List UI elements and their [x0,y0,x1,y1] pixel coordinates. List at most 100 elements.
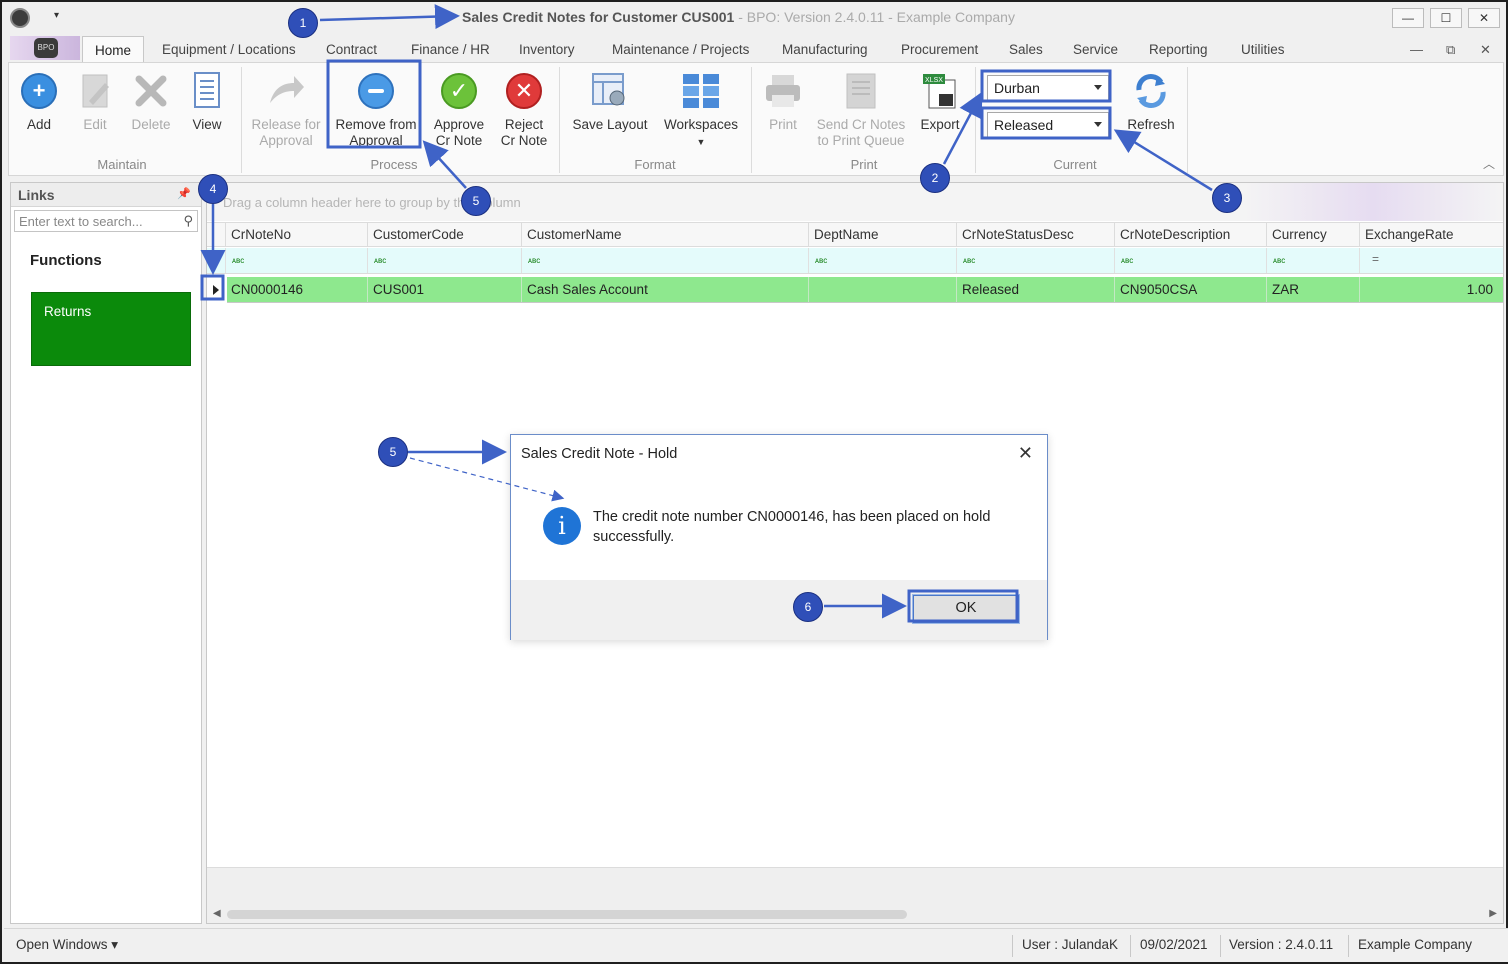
column-header-deptname[interactable]: DeptName [808,223,956,247]
tab-service[interactable]: Service [1073,42,1118,57]
ok-button[interactable]: OK [912,594,1020,624]
reject-label-2: Cr Note [500,133,548,148]
column-header-customercode[interactable]: CustomerCode [367,223,521,247]
close-window-button[interactable]: ✕ [1468,8,1500,28]
column-header-exchangerate[interactable]: ExchangeRate [1359,223,1503,247]
workspaces-button[interactable]: Workspaces ▼ [661,69,741,150]
export-button[interactable]: XLSX Export [915,69,965,133]
remove-label-1: Remove from [335,117,417,132]
scroll-right-icon[interactable]: ▶ [1489,908,1497,919]
cell-crnoteno[interactable]: CN0000146 [225,277,367,302]
mdi-minimize-button[interactable]: — [1410,42,1423,57]
tab-maintenance-projects[interactable]: Maintenance / Projects [612,42,749,57]
mdi-close-button[interactable]: ✕ [1480,42,1491,58]
close-icon[interactable]: ✕ [1018,443,1033,464]
view-icon [187,69,227,113]
step-badge-2: 2 [920,163,950,193]
tab-utilities[interactable]: Utilities [1241,42,1285,57]
returns-tile[interactable]: Returns [31,292,191,366]
mdi-restore-button[interactable]: ⧉ [1446,42,1455,58]
cell-customername[interactable]: Cash Sales Account [521,277,808,302]
send-label-2: to Print Queue [817,133,905,148]
column-header-crnoteno[interactable]: CrNoteNo [225,223,367,247]
delete-button[interactable]: Delete [125,69,177,133]
send-label-1: Send Cr Notes [816,117,906,132]
step-badge-6: 6 [793,592,823,622]
reject-cr-note-button[interactable]: ✕ Reject Cr Note [497,69,551,149]
links-search-input[interactable]: Enter text to search... ⚲ [14,210,198,232]
status-separator [1012,935,1013,957]
tab-finance-hr[interactable]: Finance / HR [411,42,490,57]
application-menu-button[interactable]: BPO [10,36,80,60]
group-separator [751,67,752,173]
group-separator [241,67,242,173]
collapse-ribbon-icon[interactable]: ︿ [1483,155,1495,172]
column-header-currency[interactable]: Currency [1266,223,1359,247]
search-icon[interactable]: ⚲ [183,213,193,229]
app-window: ▾ Sales Credit Notes for Customer CUS001… [0,0,1508,964]
remove-from-approval-button[interactable]: Remove from Approval [335,69,417,149]
maximize-button[interactable]: ☐ [1430,8,1462,28]
scroll-left-icon[interactable]: ◀ [213,908,221,919]
app-logo-icon[interactable] [10,8,30,28]
save-layout-button[interactable]: Save Layout [567,69,653,133]
table-row[interactable]: CN0000146 CUS001 Cash Sales Account Rele… [207,277,1503,303]
refresh-button[interactable]: Refresh [1121,69,1181,133]
title-bar: ▾ Sales Credit Notes for Customer CUS001… [2,2,1506,34]
cell-crnotedescription[interactable]: CN9050CSA [1114,277,1266,302]
cell-currency[interactable]: ZAR [1266,277,1359,302]
minimize-button[interactable]: — [1392,8,1424,28]
pin-icon[interactable]: 📌 [177,187,191,200]
view-button[interactable]: View [185,69,229,133]
send-to-print-queue-button[interactable]: Send Cr Notes to Print Queue [813,69,909,149]
cell-deptname[interactable] [808,277,956,302]
tab-manufacturing[interactable]: Manufacturing [782,42,868,57]
cell-customercode[interactable]: CUS001 [367,277,521,302]
tab-contract[interactable]: Contract [326,42,377,57]
tab-equipment-locations[interactable]: Equipment / Locations [162,42,296,57]
export-label: Export [920,117,960,132]
site-dropdown-value: Durban [994,80,1040,96]
release-for-approval-button[interactable]: Release for Approval [247,69,325,149]
edit-button[interactable]: Edit [73,69,117,133]
cell-exchangerate[interactable]: 1.00 [1359,277,1503,302]
column-header-crnotestatusdesc[interactable]: CrNoteStatusDesc [956,223,1114,247]
column-header-crnotedescription[interactable]: CrNoteDescription [1114,223,1266,247]
horizontal-scrollbar[interactable] [227,910,907,919]
filter-crnotestatusdesc[interactable]: ᴀʙc [956,248,1114,273]
filter-exchangerate[interactable]: = [1359,248,1503,273]
links-panel: Links 📌 Enter text to search... ⚲ Function… [10,182,202,924]
group-label-current: Current [1053,157,1097,172]
tab-sales[interactable]: Sales [1009,42,1043,57]
filter-crnoteno[interactable]: ᴀʙc [225,248,367,273]
workspaces-icon [681,69,721,113]
filter-customername[interactable]: ᴀʙc [521,248,808,273]
approve-cr-note-button[interactable]: ✓ Approve Cr Note [429,69,489,149]
status-dropdown-value: Released [994,117,1054,133]
tab-inventory[interactable]: Inventory [519,42,575,57]
filter-deptname[interactable]: ᴀʙc [808,248,956,273]
site-dropdown[interactable]: Durban [987,75,1109,101]
open-windows-menu[interactable]: Open Windows ▾ [16,937,118,953]
status-dropdown[interactable]: Released [987,112,1109,138]
cell-crnotestatusdesc[interactable]: Released [956,277,1114,302]
tab-procurement[interactable]: Procurement [901,42,978,57]
filter-customercode[interactable]: ᴀʙc [367,248,521,273]
row-indicator[interactable] [207,277,227,303]
tab-reporting[interactable]: Reporting [1149,42,1208,57]
approve-check-icon: ✓ [439,69,479,113]
group-label-process: Process [370,157,418,172]
filter-currency[interactable]: ᴀʙc [1266,248,1359,273]
filter-crnotedescription[interactable]: ᴀʙc [1114,248,1266,273]
add-button[interactable]: + Add [17,69,61,133]
delete-icon [131,69,171,113]
status-separator [1348,935,1349,957]
print-button[interactable]: Print [761,69,805,133]
remove-label-2: Approval [349,133,403,148]
column-header-customername[interactable]: CustomerName [521,223,808,247]
refresh-label: Refresh [1127,117,1175,132]
tab-home[interactable]: Home [82,36,145,64]
group-by-panel[interactable]: Drag a column header here to group by th… [207,183,1503,221]
step-badge-5-ribbon: 5 [461,186,491,216]
quick-access-menu-icon[interactable]: ▾ [54,10,59,21]
